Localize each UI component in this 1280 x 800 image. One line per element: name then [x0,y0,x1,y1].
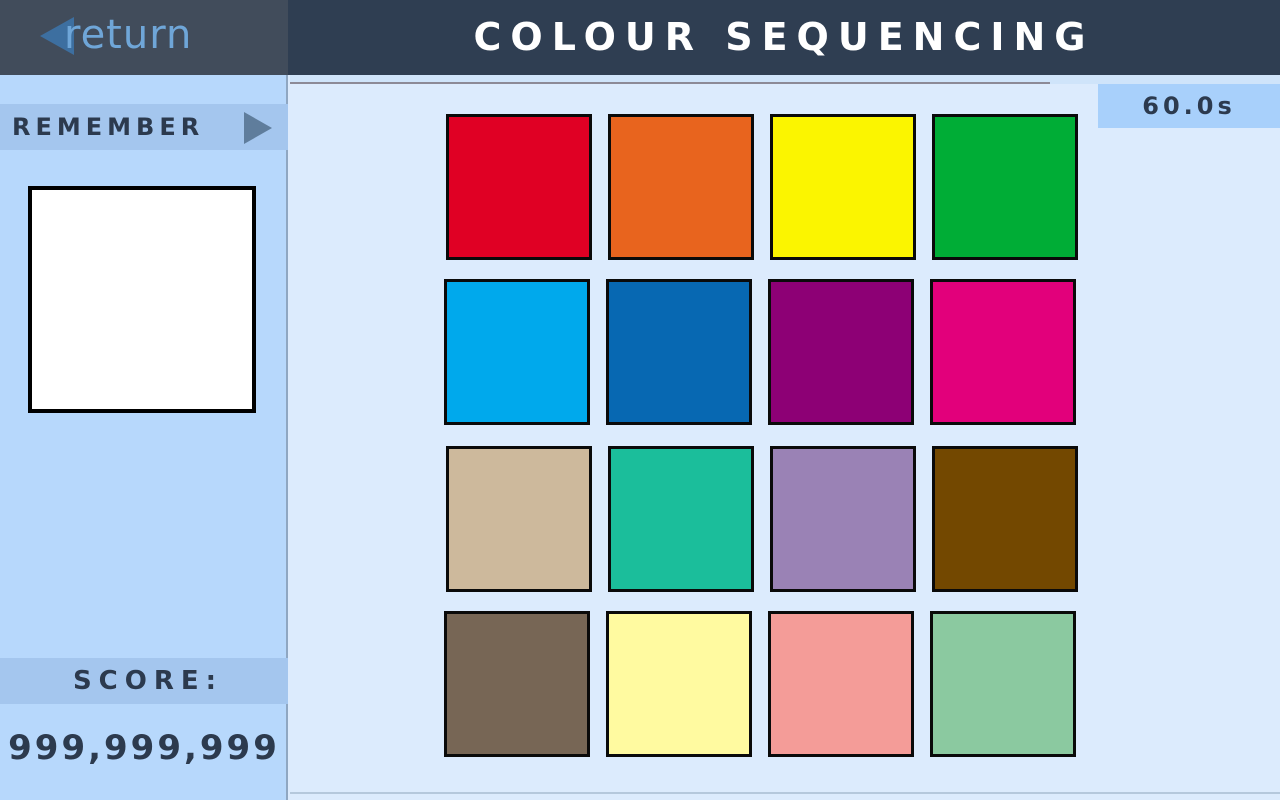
colour-tile[interactable] [930,611,1076,757]
colour-tile[interactable] [608,114,754,260]
colour-tile[interactable] [770,446,916,592]
return-label: return [64,12,193,58]
colour-tile[interactable] [768,279,914,425]
colour-tile[interactable] [606,279,752,425]
return-area: return [0,0,288,75]
play-icon[interactable] [242,112,276,144]
header-bar: COLOUR SEQUENCING [288,0,1280,75]
colour-tile[interactable] [608,446,754,592]
colour-tile[interactable] [444,279,590,425]
colour-tile[interactable] [446,446,592,592]
sequence-preview-box [28,186,256,413]
return-button[interactable]: return [38,12,228,60]
colour-tile[interactable] [770,114,916,260]
page-title: COLOUR SEQUENCING [473,15,1095,59]
colour-tile[interactable] [932,114,1078,260]
score-value: 999,999,999 [8,728,280,768]
colour-tile[interactable] [606,611,752,757]
timer-box: 60.0s [1098,84,1280,128]
score-bar: SCORE: [0,658,288,704]
colour-tile[interactable] [444,611,590,757]
colour-tile[interactable] [932,446,1078,592]
remember-bar: REMEMBER [0,104,288,150]
colour-tile[interactable] [930,279,1076,425]
progress-shadow [290,82,1050,84]
colour-tile[interactable] [768,611,914,757]
timer-text: 60.0s [1142,92,1236,120]
colour-tile[interactable] [446,114,592,260]
score-label: SCORE: [72,666,224,696]
bottom-divider [290,792,1280,794]
remember-label: REMEMBER [12,113,205,141]
